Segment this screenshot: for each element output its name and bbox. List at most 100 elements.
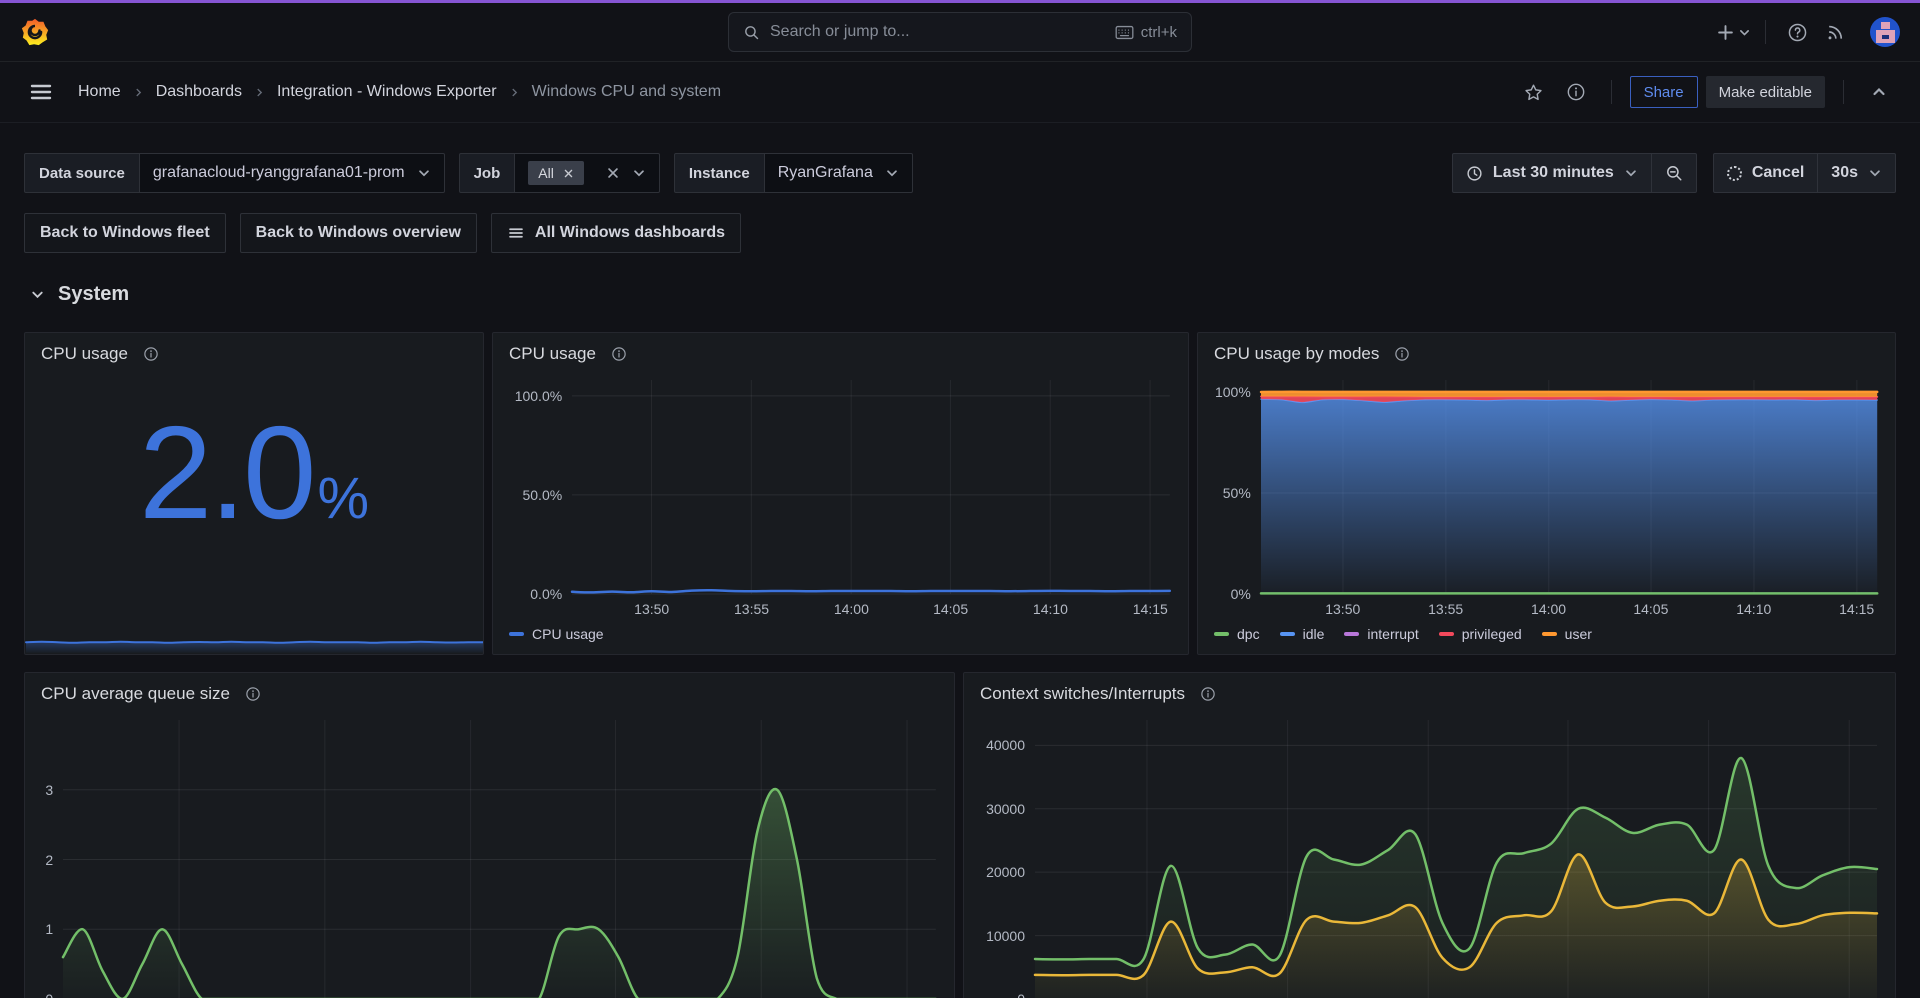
info-icon[interactable] [245,686,261,702]
panel-row-2: CPU average queue size 0123 Context swit… [24,672,1896,998]
info-icon[interactable] [611,346,627,362]
legend-label: user [1565,626,1592,642]
chart-legend: CPU usage [493,624,1188,654]
spinner-icon [1727,166,1742,181]
cpu-modes-chart[interactable]: 0%50%100%13:5013:5514:0014:0514:1014:15 [1210,372,1883,622]
job-variable: Job All [459,153,660,193]
link-back-to-windows-overview[interactable]: Back to Windows overview [240,213,477,253]
dashboard-toolbar: Share Make editable [1517,75,1896,109]
legend-item[interactable]: privileged [1439,626,1522,642]
x-axis-tick: 13:50 [1325,601,1360,617]
legend-label: dpc [1237,626,1260,642]
info-icon[interactable] [1559,75,1593,109]
panel-title: CPU average queue size [41,684,230,704]
menu-icon[interactable] [24,75,58,109]
panel-cpu-usage-stat: CPU usage 2.0 % [24,332,484,655]
panel-header[interactable]: CPU usage by modes [1198,333,1895,366]
breadcrumb-current-page: Windows CPU and system [532,83,721,101]
make-editable-button[interactable]: Make editable [1706,76,1825,108]
cancel-refresh-button[interactable]: Cancel [1713,153,1818,193]
chevron-right-icon [133,87,144,98]
x-axis-tick: 14:10 [1736,601,1771,617]
chevron-down-icon [1738,26,1751,39]
panel-header[interactable]: CPU usage [493,333,1188,366]
legend-marker [1214,632,1229,636]
x-axis-tick: 13:50 [634,601,669,617]
job-chip-all[interactable]: All [528,161,584,185]
info-icon[interactable] [1394,346,1410,362]
time-controls: Last 30 minutes Cancel 30s [1452,153,1896,193]
share-button[interactable]: Share [1630,76,1698,108]
clock-icon [1466,165,1483,182]
legend-marker [1280,632,1295,636]
breadcrumb-bar: Home Dashboards Integration - Windows Ex… [0,62,1920,123]
x-axis-tick: 14:15 [1839,601,1874,617]
panel-title: Context switches/Interrupts [980,684,1185,704]
instance-label: Instance [674,153,765,193]
legend-item[interactable]: CPU usage [509,626,604,642]
panel-header[interactable]: CPU average queue size [25,673,954,706]
news-icon[interactable] [1818,15,1852,49]
instance-variable: Instance RyanGrafana [674,153,913,193]
legend-label: interrupt [1367,626,1418,642]
avatar[interactable] [1870,17,1900,47]
legend-item[interactable]: user [1542,626,1592,642]
y-axis-tick: 20000 [986,864,1025,880]
y-axis-tick: 0.0% [530,586,562,602]
y-axis-tick: 0 [1017,991,1025,998]
legend-item[interactable]: interrupt [1344,626,1418,642]
y-axis-tick: 100.0% [515,388,562,404]
y-axis-tick: 0 [45,991,53,998]
cpu-usage-chart[interactable]: 0.0%50.0%100.0%13:5013:5514:0014:0514:10… [505,372,1176,622]
help-icon[interactable] [1780,15,1814,49]
legend-marker [1344,632,1359,636]
stat-sparkline [26,607,484,653]
add-new-button[interactable] [1717,15,1751,49]
x-axis-tick: 14:05 [1633,601,1668,617]
divider [1765,20,1766,44]
link-back-to-windows-fleet[interactable]: Back to Windows fleet [24,213,226,253]
job-label: Job [459,153,516,193]
job-select[interactable]: All [515,153,660,193]
breadcrumb-integration[interactable]: Integration - Windows Exporter [277,83,497,101]
legend-marker [1439,632,1454,636]
y-axis-tick: 50.0% [522,487,562,503]
y-axis-tick: 40000 [986,737,1025,753]
section-header-system[interactable]: System [30,283,1896,306]
legend-marker [1542,632,1557,636]
x-axis-tick: 13:55 [1428,601,1463,617]
chevron-down-icon [30,287,45,302]
legend-item[interactable]: dpc [1214,626,1260,642]
close-icon [563,168,574,179]
x-axis-tick: 14:00 [834,601,869,617]
breadcrumb-home[interactable]: Home [78,83,121,101]
legend-label: CPU usage [532,626,604,642]
chevron-up-icon[interactable] [1862,75,1896,109]
chevron-right-icon [509,87,520,98]
search-input[interactable]: Search or jump to... ctrl+k [728,12,1192,52]
search-icon [743,24,760,41]
breadcrumb-dashboards[interactable]: Dashboards [156,83,242,101]
stat-value: 2.0 % [25,352,483,594]
instance-select[interactable]: RyanGrafana [765,153,913,193]
divider [1611,80,1612,104]
time-range-picker[interactable]: Last 30 minutes [1452,153,1652,193]
zoom-out-icon[interactable] [1651,153,1697,193]
legend-item[interactable]: idle [1280,626,1325,642]
close-icon [606,166,620,180]
context-switches-chart[interactable]: 010000200003000040000 [976,712,1883,998]
x-axis-tick: 13:55 [734,601,769,617]
divider [1843,80,1844,104]
link-all-windows-dashboards[interactable]: All Windows dashboards [491,213,741,253]
chevron-down-icon [632,166,646,180]
star-icon[interactable] [1517,75,1551,109]
panel-cpu-usage-by-modes: CPU usage by modes 0%50%100%13:5013:5514… [1197,332,1896,655]
grafana-logo[interactable] [20,16,52,48]
queue-size-chart[interactable]: 0123 [37,712,942,998]
datasource-select[interactable]: grafanacloud-ryanggrafana01-prom [140,153,445,193]
keyboard-icon [1115,25,1134,40]
panel-header[interactable]: Context switches/Interrupts [964,673,1895,706]
refresh-interval-select[interactable]: 30s [1817,153,1896,193]
chevron-down-icon [1868,166,1882,180]
info-icon[interactable] [1200,686,1216,702]
